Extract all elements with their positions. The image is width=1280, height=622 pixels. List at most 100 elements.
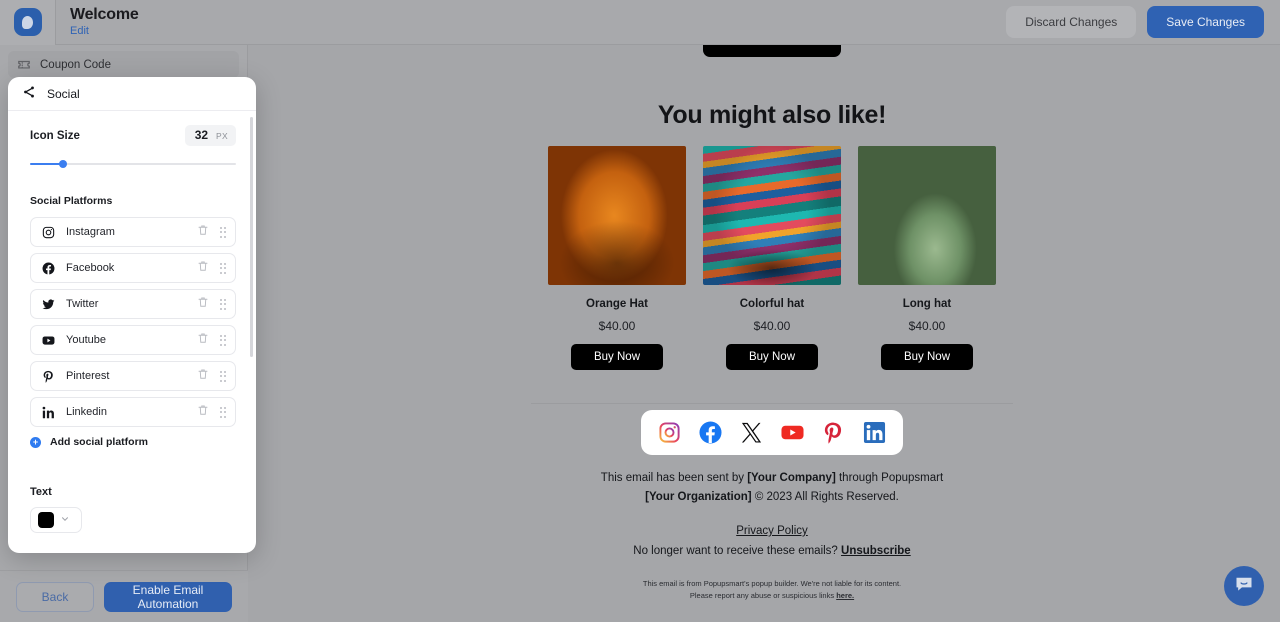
instagram-icon[interactable] xyxy=(658,421,681,444)
linkedin-icon xyxy=(42,406,55,419)
section-divider xyxy=(531,403,1013,404)
icon-size-label: Icon Size xyxy=(30,129,80,142)
social-platforms-title: Social Platforms xyxy=(30,195,113,207)
plus-icon: + xyxy=(30,436,41,448)
product-name: Long hat xyxy=(902,298,952,310)
ticket-icon xyxy=(17,58,31,72)
chevron-down-icon xyxy=(60,511,70,529)
top-bar-actions: Discard Changes Save Changes xyxy=(1006,6,1280,38)
platform-row-pinterest[interactable]: Pinterest xyxy=(30,361,236,391)
fineprint-text: This email is from Popupsmart's popup bu… xyxy=(531,578,1013,602)
text-color-picker[interactable] xyxy=(30,507,82,533)
icon-size-row: Icon Size 32 PX xyxy=(30,125,236,146)
linkedin-icon[interactable] xyxy=(863,421,886,444)
platform-row-linkedin[interactable]: Linkedin xyxy=(30,397,236,427)
chat-widget-button[interactable] xyxy=(1224,566,1264,606)
platform-label: Instagram xyxy=(66,226,115,238)
facebook-icon[interactable] xyxy=(699,421,722,444)
report-here-link[interactable]: here. xyxy=(836,591,854,600)
chat-bubble-icon xyxy=(1234,574,1254,599)
sidebar-item-coupon-code[interactable]: Coupon Code xyxy=(8,51,239,78)
save-changes-button[interactable]: Save Changes xyxy=(1147,6,1264,38)
youtube-icon[interactable] xyxy=(781,421,804,444)
sidebar-footer: Back Enable Email Automation xyxy=(0,570,248,622)
email-headline: You might also like! xyxy=(657,101,887,129)
platform-label: Linkedin xyxy=(66,406,107,418)
share-icon xyxy=(22,85,36,102)
product-list: Orange Hat $40.00 Buy Now Colorful hat $… xyxy=(548,146,996,370)
drag-handle-icon[interactable] xyxy=(219,334,226,346)
panel-title: Social xyxy=(47,86,80,101)
product-card: Orange Hat $40.00 Buy Now xyxy=(548,146,686,370)
fineprint-line1: This email is from Popupsmart's popup bu… xyxy=(642,579,902,588)
unsubscribe-pre: No longer want to receive these emails? xyxy=(633,545,842,557)
platform-label: Twitter xyxy=(66,298,99,310)
discard-changes-button[interactable]: Discard Changes xyxy=(1006,6,1137,38)
pinterest-icon xyxy=(42,370,55,383)
enable-email-automation-button[interactable]: Enable Email Automation xyxy=(104,581,232,612)
delete-platform-icon[interactable] xyxy=(197,403,209,421)
product-name: Orange Hat xyxy=(586,298,648,310)
buy-now-button[interactable]: Buy Now xyxy=(726,344,818,370)
delete-platform-icon[interactable] xyxy=(197,295,209,313)
drag-handle-icon[interactable] xyxy=(219,370,226,382)
unsubscribe-link[interactable]: Unsubscribe xyxy=(841,545,911,557)
drag-handle-icon[interactable] xyxy=(219,298,226,310)
platform-row-instagram[interactable]: Instagram xyxy=(30,217,236,247)
add-social-platform-label: Add social platform xyxy=(50,436,149,448)
sent-by-pre: This email has been sent by xyxy=(600,472,748,484)
privacy-policy-link[interactable]: Privacy Policy xyxy=(531,525,1013,537)
product-card: Long hat $40.00 Buy Now xyxy=(858,146,996,370)
unsubscribe-line: No longer want to receive these emails? … xyxy=(531,545,1013,557)
platform-row-twitter[interactable]: Twitter xyxy=(30,289,236,319)
platform-label: Pinterest xyxy=(66,370,110,382)
cut-off-button-above[interactable] xyxy=(703,45,841,57)
twitter-icon xyxy=(42,298,55,311)
popupsmart-logo-icon[interactable] xyxy=(0,0,56,45)
delete-platform-icon[interactable] xyxy=(197,223,209,241)
platform-label: Facebook xyxy=(66,262,115,274)
product-card: Colorful hat $40.00 Buy Now xyxy=(703,146,841,370)
page-title-block: Welcome Edit xyxy=(70,6,139,39)
icon-size-field[interactable]: 32 PX xyxy=(184,125,236,146)
fineprint-line2-pre: Please report any abuse or suspicious li… xyxy=(689,591,837,600)
drag-handle-icon[interactable] xyxy=(219,226,226,238)
icon-size-value: 32 xyxy=(194,128,209,142)
platform-row-youtube[interactable]: Youtube xyxy=(30,325,236,355)
facebook-icon xyxy=(42,262,55,275)
text-section-title: Text xyxy=(30,486,52,498)
product-image-orange-hat xyxy=(548,146,686,285)
organization-placeholder: [Your Organization] xyxy=(645,491,752,503)
social-settings-panel: Social Icon Size 32 PX Social Platforms xyxy=(8,77,256,553)
youtube-icon xyxy=(42,334,55,347)
sent-by-post: through Popupsmart xyxy=(835,472,944,484)
platform-label: Youtube xyxy=(66,334,106,346)
buy-now-button[interactable]: Buy Now xyxy=(571,344,663,370)
product-price: $40.00 xyxy=(753,319,791,333)
x-twitter-icon[interactable] xyxy=(740,421,763,444)
drag-handle-icon[interactable] xyxy=(219,406,226,418)
delete-platform-icon[interactable] xyxy=(197,331,209,349)
email-social-icons-block[interactable] xyxy=(641,410,903,455)
icon-size-slider[interactable] xyxy=(30,159,236,169)
delete-platform-icon[interactable] xyxy=(197,367,209,385)
top-bar: Welcome Edit Discard Changes Save Change… xyxy=(0,0,1280,45)
instagram-icon xyxy=(42,226,55,239)
platform-row-facebook[interactable]: Facebook xyxy=(30,253,236,283)
page-title: Welcome xyxy=(70,5,139,23)
icon-size-unit: PX xyxy=(216,131,228,141)
buy-now-button[interactable]: Buy Now xyxy=(881,344,973,370)
sent-by-text: This email has been sent by [Your Compan… xyxy=(531,469,1013,507)
add-social-platform-button[interactable]: + Add social platform xyxy=(30,436,236,448)
panel-body: Icon Size 32 PX Social Platforms Instagr… xyxy=(8,111,256,553)
panel-scrollbar[interactable] xyxy=(250,117,253,357)
product-price: $40.00 xyxy=(908,319,946,333)
color-swatch xyxy=(38,512,54,528)
slider-thumb[interactable] xyxy=(58,160,67,168)
drag-handle-icon[interactable] xyxy=(219,262,226,274)
edit-link[interactable]: Edit xyxy=(70,24,139,39)
back-button[interactable]: Back xyxy=(16,581,94,612)
product-name: Colorful hat xyxy=(739,298,805,310)
delete-platform-icon[interactable] xyxy=(197,259,209,277)
pinterest-icon[interactable] xyxy=(822,421,845,444)
